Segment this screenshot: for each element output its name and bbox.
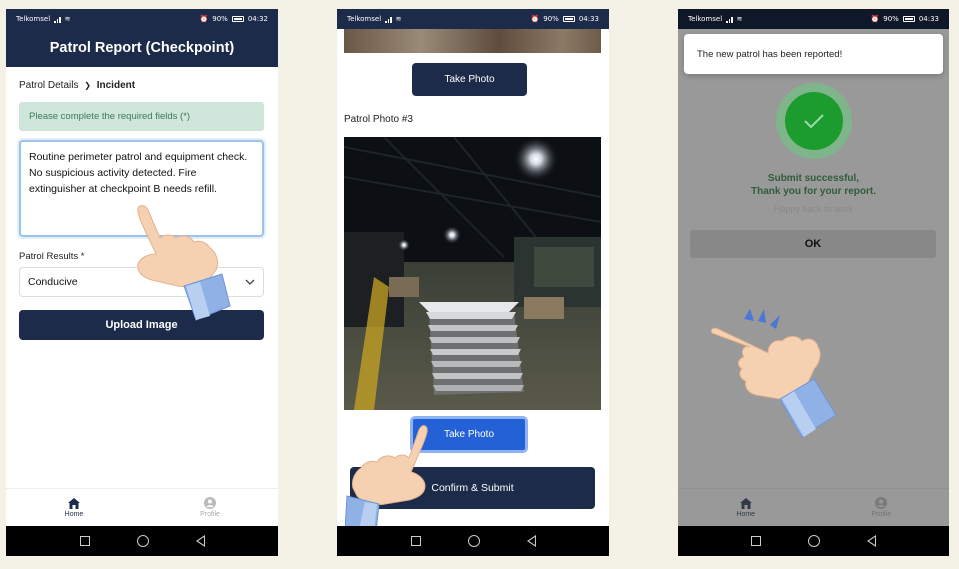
status-bar: Telkomsel ≋ ⏰ 90% 04:33	[678, 9, 949, 29]
checkmark-icon	[804, 114, 824, 129]
wifi-icon: ≋	[395, 15, 402, 23]
profile-icon	[204, 497, 216, 509]
carrier-name: Telkomsel	[688, 15, 723, 23]
pointing-hand-icon	[711, 309, 837, 438]
success-check-badge	[776, 83, 852, 159]
photo-label: Patrol Photo #3	[344, 114, 413, 125]
battery-percent: 90%	[883, 15, 899, 23]
phone-screen-photos: Telkomsel ≋ ⏰ 90% 04:33 Take Photo Patro…	[337, 9, 609, 556]
system-nav-bar	[6, 526, 278, 556]
battery-icon	[231, 16, 244, 22]
take-photo-button[interactable]: Take Photo	[412, 63, 527, 96]
recents-icon[interactable]	[410, 536, 421, 546]
tab-home-label: Home	[64, 510, 84, 518]
home-nav-icon[interactable]	[467, 535, 480, 547]
status-bar: Telkomsel ≋ ⏰ 90% 04:33	[337, 9, 609, 29]
success-subtext: Happy back to work	[773, 204, 854, 214]
back-icon[interactable]	[866, 535, 876, 547]
home-nav-icon[interactable]	[807, 535, 820, 547]
phone-screen-success: Telkomsel ≋ ⏰ 90% 04:33 Home Profile The…	[678, 9, 949, 556]
wifi-icon: ≋	[64, 15, 71, 23]
recents-icon[interactable]	[751, 536, 762, 546]
battery-icon	[902, 16, 915, 22]
success-line-1: Submit successful,	[767, 173, 860, 184]
battery-percent: 90%	[212, 15, 228, 23]
warehouse-photo-image	[344, 137, 601, 410]
tapping-hand-icon	[137, 205, 231, 321]
battery-icon	[562, 16, 575, 22]
battery-percent: 90%	[543, 15, 559, 23]
success-message: Submit successful, Thank you for your re…	[678, 172, 949, 198]
chevron-down-icon	[245, 279, 255, 285]
clock: 04:33	[578, 15, 599, 23]
carrier-name: Telkomsel	[347, 15, 382, 23]
ok-button[interactable]: OK	[690, 230, 936, 258]
signal-icon	[54, 16, 61, 23]
back-icon[interactable]	[526, 535, 536, 547]
success-line-2: Thank you for your report.	[750, 186, 876, 197]
patrol-results-label: Patrol Results *	[19, 251, 85, 262]
breadcrumb-current: Incident	[96, 80, 136, 91]
tab-profile-label: Profile	[200, 511, 220, 518]
clock: 04:33	[918, 15, 939, 23]
home-icon	[68, 497, 80, 509]
carrier-name: Telkomsel	[16, 15, 51, 23]
signal-icon	[726, 16, 733, 23]
breadcrumb-separator-icon: ❯	[84, 81, 91, 90]
phone-screen-patrol-form: Telkomsel ≋ ⏰ 90% 04:32 Patrol Report (C…	[6, 9, 278, 556]
wifi-icon: ≋	[736, 15, 743, 23]
alarm-icon: ⏰	[530, 15, 540, 23]
back-icon[interactable]	[195, 535, 205, 547]
status-bar: Telkomsel ≋ ⏰ 90% 04:32	[6, 9, 278, 29]
alarm-icon: ⏰	[870, 15, 880, 23]
patrol-photo	[344, 137, 601, 410]
previous-photo-thumbnail	[344, 29, 601, 53]
success-toast: The new patrol has been reported!	[684, 34, 943, 74]
clock: 04:32	[247, 15, 268, 23]
system-nav-bar	[678, 526, 949, 556]
signal-icon	[385, 16, 392, 23]
system-nav-bar	[337, 526, 609, 556]
page-title: Patrol Report (Checkpoint)	[6, 29, 278, 67]
breadcrumb: Patrol Details ❯ Incident	[19, 80, 135, 91]
home-nav-icon[interactable]	[136, 535, 149, 547]
required-fields-alert: Please complete the required fields (*)	[19, 102, 264, 131]
recents-icon[interactable]	[79, 536, 90, 546]
breadcrumb-parent[interactable]: Patrol Details	[19, 80, 78, 91]
alarm-icon: ⏰	[199, 15, 209, 23]
tab-profile[interactable]: Profile	[142, 489, 278, 526]
tab-home[interactable]: Home	[6, 489, 142, 526]
bottom-tab-bar: Home Profile	[6, 488, 278, 526]
